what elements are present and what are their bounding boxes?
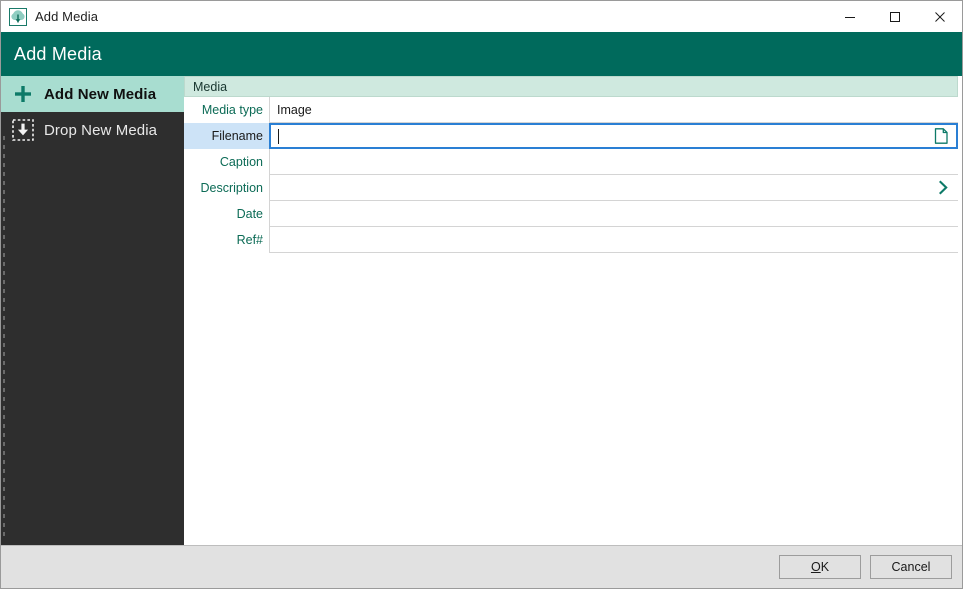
label-ref: Ref#	[184, 227, 269, 253]
minimize-icon[interactable]	[827, 1, 872, 32]
sidebar-item-add-new-media[interactable]: Add New Media	[1, 76, 184, 112]
label-date: Date	[184, 201, 269, 227]
label-caption: Caption	[184, 149, 269, 175]
tab-strip: Media	[184, 76, 958, 97]
window-title: Add Media	[35, 9, 99, 24]
drop-target-download-icon	[11, 118, 35, 142]
plus-icon	[11, 82, 35, 106]
ok-rest: K	[820, 560, 830, 574]
filename-input[interactable]	[269, 123, 958, 149]
add-media-window: Add Media Add Media Add New Media Drop N…	[0, 0, 963, 589]
label-media-type: Media type	[184, 97, 269, 123]
dialog-footer: OK Cancel	[1, 545, 962, 588]
page-header: Add Media	[1, 32, 962, 76]
file-page-icon[interactable]	[932, 127, 950, 145]
media-type-text: Image	[277, 102, 312, 117]
form-row-date: Date	[184, 201, 958, 227]
text-caret	[278, 128, 279, 144]
page-title: Add Media	[14, 43, 102, 64]
maximize-icon[interactable]	[872, 1, 917, 32]
ok-button[interactable]: OK	[779, 555, 861, 579]
sidebar-item-label: Add New Media	[44, 85, 157, 103]
form-row-caption: Caption	[184, 149, 958, 175]
chevron-right-icon[interactable]	[934, 179, 952, 197]
tree-icon	[9, 7, 27, 26]
label-filename: Filename	[184, 123, 269, 149]
media-form: Media type Image Filename Caption Descri…	[184, 97, 958, 253]
body-area: Add New Media Drop New Media Media Media…	[1, 76, 962, 545]
form-row-ref: Ref#	[184, 227, 958, 253]
form-row-filename: Filename	[184, 123, 958, 149]
description-input[interactable]	[269, 175, 958, 201]
form-row-media-type: Media type Image	[184, 97, 958, 123]
date-input[interactable]	[269, 201, 958, 227]
sidebar: Add New Media Drop New Media	[1, 76, 184, 545]
window-controls	[827, 1, 962, 32]
tab-media[interactable]: Media	[184, 76, 958, 97]
caption-input[interactable]	[269, 149, 958, 175]
close-icon[interactable]	[917, 1, 962, 32]
title-bar: Add Media	[1, 1, 962, 32]
value-media-type[interactable]: Image	[269, 97, 958, 123]
form-row-description: Description	[184, 175, 958, 201]
sidebar-item-label: Drop New Media	[44, 121, 158, 139]
sidebar-item-drop-new-media[interactable]: Drop New Media	[1, 112, 184, 148]
ok-accel: O	[810, 560, 821, 574]
tab-label: Media	[193, 79, 228, 94]
cancel-button[interactable]: Cancel	[870, 555, 952, 579]
label-description: Description	[184, 175, 269, 201]
ref-input[interactable]	[269, 227, 958, 253]
sidebar-dashed-rail	[3, 136, 5, 539]
content-panel: Media Media type Image Filename Caption …	[184, 76, 962, 545]
